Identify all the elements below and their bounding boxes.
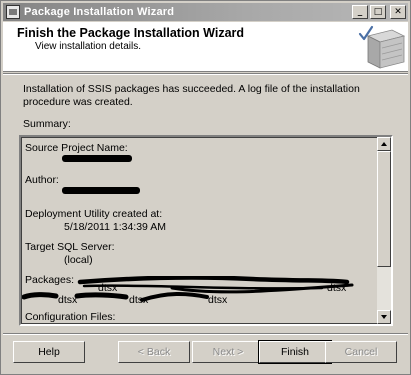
- window-title: Package Installation Wizard: [24, 6, 175, 18]
- summary-scrollbar[interactable]: [377, 137, 391, 324]
- deployment-created-value: 5/18/2011 1:34:39 AM: [64, 221, 166, 233]
- footer-separator: [3, 333, 408, 335]
- package-server-icon: [358, 25, 406, 69]
- arrow-up-icon: [381, 142, 387, 146]
- page-title: Finish the Package Installation Wizard: [17, 26, 245, 40]
- title-bar[interactable]: Package Installation Wizard _ □ ✕: [3, 3, 408, 21]
- arrow-down-icon: [381, 315, 387, 319]
- window-controls: _ □ ✕: [352, 5, 406, 19]
- header-separator: [3, 73, 408, 75]
- summary-label: Summary:: [23, 118, 71, 130]
- scroll-thumb[interactable]: [377, 151, 391, 267]
- scroll-down-button[interactable]: [377, 310, 391, 324]
- page-subtitle: View installation details.: [35, 41, 141, 52]
- redaction-mark: [62, 187, 140, 194]
- minimize-button[interactable]: _: [352, 5, 368, 19]
- target-server-value: (local): [64, 254, 93, 266]
- configuration-files-label: Configuration Files:: [25, 311, 116, 323]
- source-project-label: Source Project Name:: [25, 142, 128, 154]
- finish-button[interactable]: Finish: [258, 340, 332, 364]
- redaction-mark: [62, 155, 132, 162]
- package-redaction-scribble: [22, 276, 354, 302]
- help-button[interactable]: Help: [13, 341, 85, 363]
- scroll-up-button[interactable]: [377, 137, 391, 151]
- app-icon: [6, 5, 20, 19]
- status-message: Installation of SSIS packages has succee…: [23, 83, 360, 108]
- wizard-window: Package Installation Wizard _ □ ✕ Finish…: [0, 0, 411, 375]
- author-label: Author:: [25, 174, 59, 186]
- summary-content: Source Project Name: Author: Deployment …: [21, 137, 377, 324]
- next-button[interactable]: Next >: [192, 341, 264, 363]
- wizard-header: Finish the Package Installation Wizard V…: [3, 22, 408, 72]
- cancel-button[interactable]: Cancel: [325, 341, 397, 363]
- summary-textbox[interactable]: Source Project Name: Author: Deployment …: [19, 135, 393, 326]
- maximize-button[interactable]: □: [370, 5, 386, 19]
- close-button[interactable]: ✕: [390, 5, 406, 19]
- back-button[interactable]: < Back: [118, 341, 190, 363]
- target-server-label: Target SQL Server:: [25, 241, 115, 253]
- deployment-created-label: Deployment Utility created at:: [25, 208, 163, 220]
